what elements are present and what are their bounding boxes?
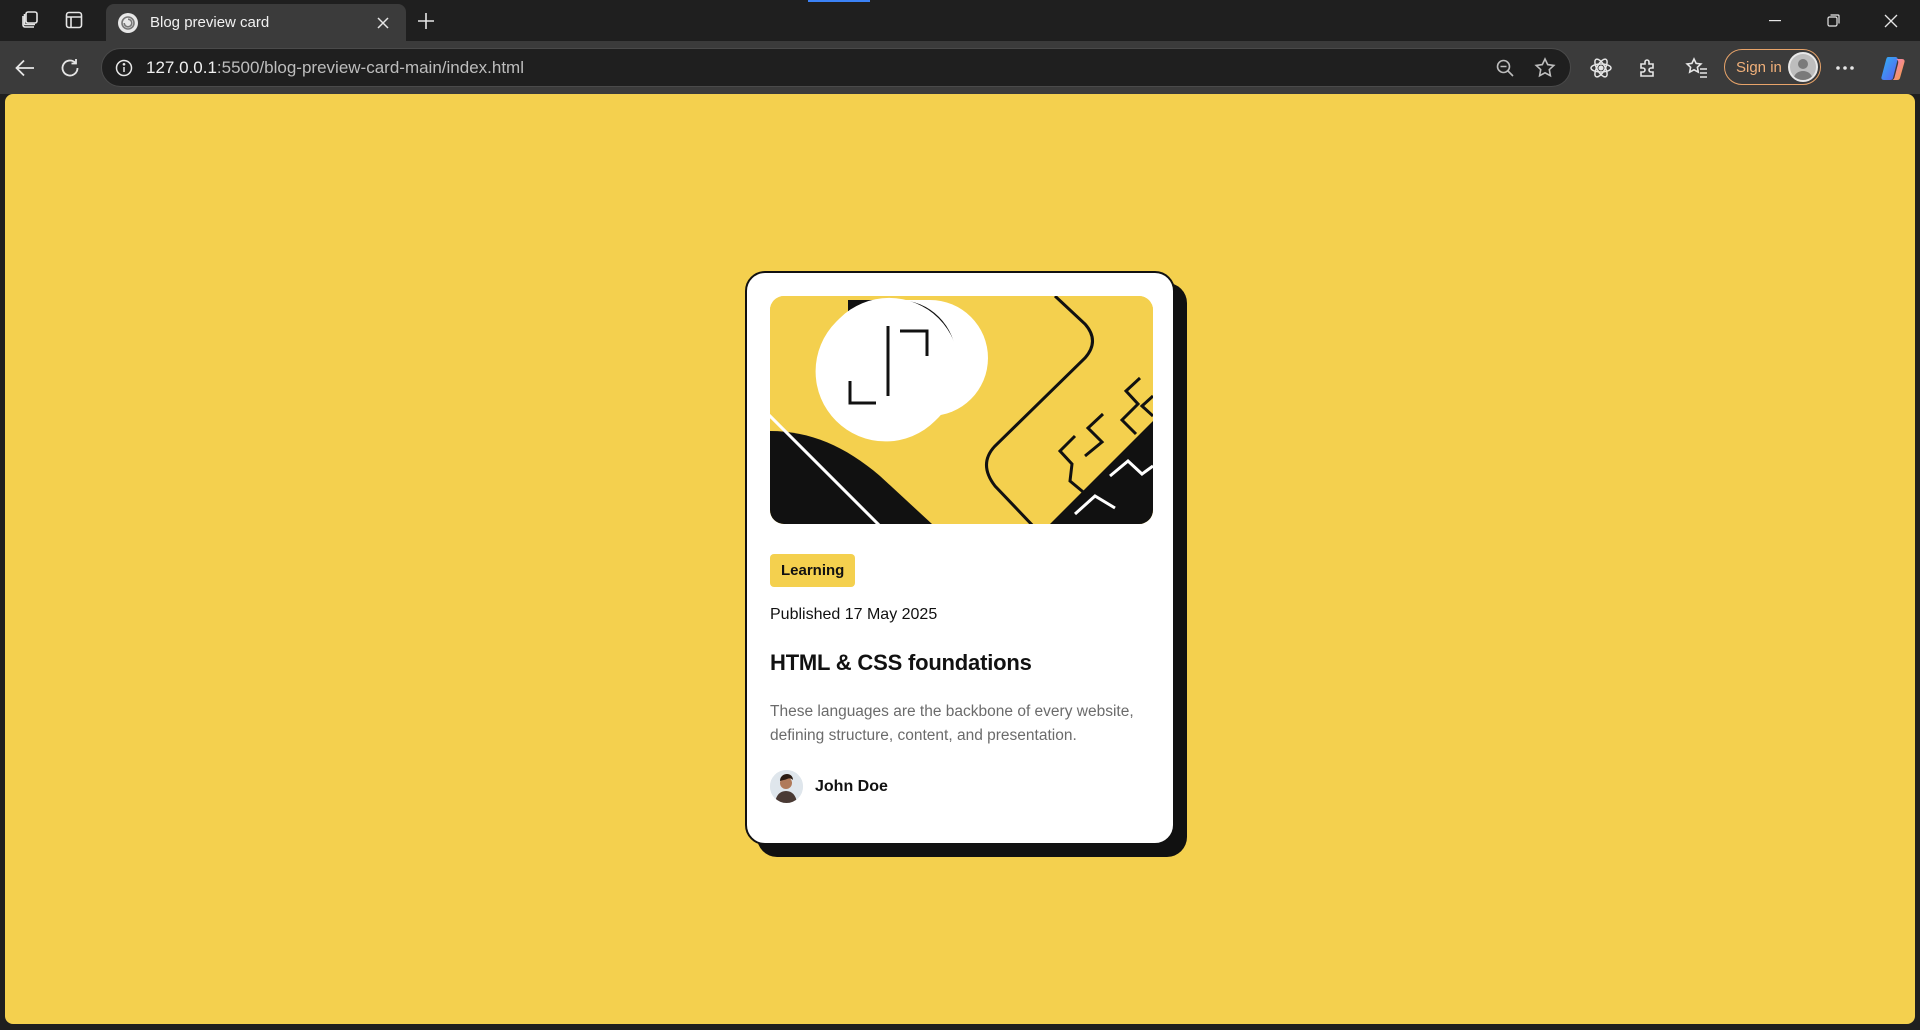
close-window-icon[interactable] (1862, 0, 1920, 41)
close-tab-icon[interactable] (372, 12, 394, 34)
tab-blog-preview-card[interactable]: Blog preview card (106, 4, 406, 41)
site-info-icon[interactable] (114, 58, 134, 78)
author: John Doe (770, 770, 1150, 803)
new-tab-icon[interactable] (413, 8, 439, 34)
blog-preview-card: Learning Published 17 May 2025 HTML & CS… (745, 271, 1175, 845)
author-avatar (770, 770, 803, 803)
more-options-icon[interactable] (1830, 53, 1860, 83)
author-name: John Doe (815, 777, 888, 795)
restore-icon[interactable] (1804, 0, 1862, 41)
favorite-star-icon[interactable] (1532, 55, 1558, 81)
card-title[interactable]: HTML & CSS foundations (770, 650, 1150, 676)
published-date: Published 17 May 2025 (770, 606, 938, 623)
refresh-icon[interactable] (55, 53, 85, 83)
minimize-icon[interactable] (1746, 0, 1804, 41)
back-icon[interactable] (10, 53, 40, 83)
favicon-icon (118, 12, 138, 33)
tab-strip-accent (808, 0, 870, 2)
profile-avatar-icon (1788, 52, 1818, 82)
browser-toolbar: 127.0.0.1:5500/blog-preview-card-main/in… (0, 41, 1920, 94)
card-description: These languages are the backbone of ever… (770, 703, 1134, 744)
page-viewport: Learning Published 17 May 2025 HTML & CS… (5, 94, 1915, 1024)
extensions-icon[interactable] (1633, 53, 1663, 83)
zoom-out-icon[interactable] (1492, 55, 1518, 81)
workspaces-icon[interactable] (18, 8, 42, 32)
card-illustration (770, 296, 1153, 524)
url-text[interactable]: 127.0.0.1:5500/blog-preview-card-main/in… (146, 58, 1478, 78)
tab-strip: Blog preview card (0, 0, 1920, 41)
sign-in-label: Sign in (1736, 58, 1782, 76)
tab-title: Blog preview card (150, 14, 270, 31)
address-bar[interactable]: 127.0.0.1:5500/blog-preview-card-main/in… (101, 48, 1571, 87)
tab-actions-icon[interactable] (62, 8, 86, 32)
sign-in-button[interactable]: Sign in (1724, 49, 1821, 85)
favorites-icon[interactable] (1682, 53, 1712, 83)
category-tag: Learning (770, 554, 856, 587)
react-devtools-icon[interactable] (1586, 53, 1616, 83)
copilot-icon[interactable] (1878, 53, 1908, 83)
